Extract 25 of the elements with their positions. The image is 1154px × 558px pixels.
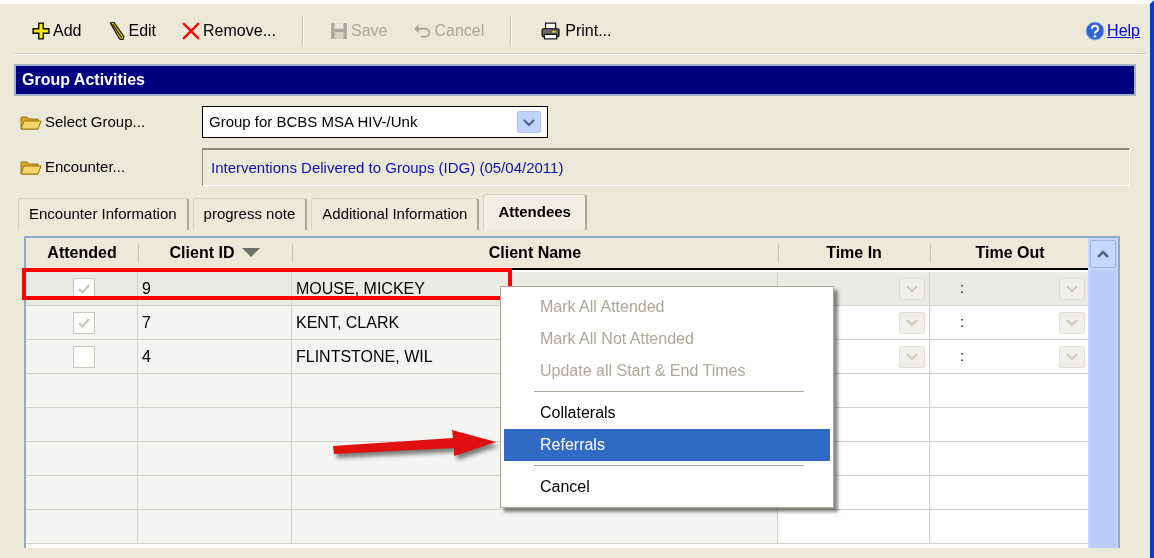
column-header[interactable]: Attended xyxy=(26,238,138,270)
table-cell: 4 xyxy=(138,340,292,374)
help-link[interactable]: Help xyxy=(1085,18,1140,43)
tab[interactable]: Additional Information xyxy=(311,198,480,230)
toolbar-button[interactable]: Edit xyxy=(107,18,157,43)
toolbar-button[interactable]: Print... xyxy=(538,18,612,43)
toolbar-button[interactable]: Add xyxy=(32,18,82,43)
toolbar-button[interactable]: Remove... xyxy=(182,18,276,43)
encounter-field: Interventions Delivered to Groups (IDG) (05/04/2011) xyxy=(202,148,1130,186)
time-separator: : xyxy=(959,346,965,367)
column-header[interactable]: Client ID xyxy=(138,238,292,270)
time-separator: : xyxy=(959,312,965,333)
column-header[interactable]: Client Name xyxy=(292,238,778,270)
column-header[interactable]: Time Out xyxy=(930,238,1089,270)
table-cell: 7 xyxy=(138,306,292,340)
tab[interactable]: progress note xyxy=(192,198,308,230)
folder-button[interactable]: Select Group... xyxy=(14,110,202,134)
panel-title: Group Activities xyxy=(14,64,1136,96)
column-header[interactable]: Time In xyxy=(778,238,930,270)
tab[interactable]: Attendees xyxy=(483,194,587,230)
menu-item[interactable]: Referrals xyxy=(504,429,830,461)
group-dropdown[interactable]: Group for BCBS MSA HIV-/Unk xyxy=(202,106,548,138)
time-separator: : xyxy=(959,278,965,299)
tab[interactable]: Encounter Information xyxy=(18,198,189,230)
folder-button[interactable]: Encounter... xyxy=(14,155,202,179)
